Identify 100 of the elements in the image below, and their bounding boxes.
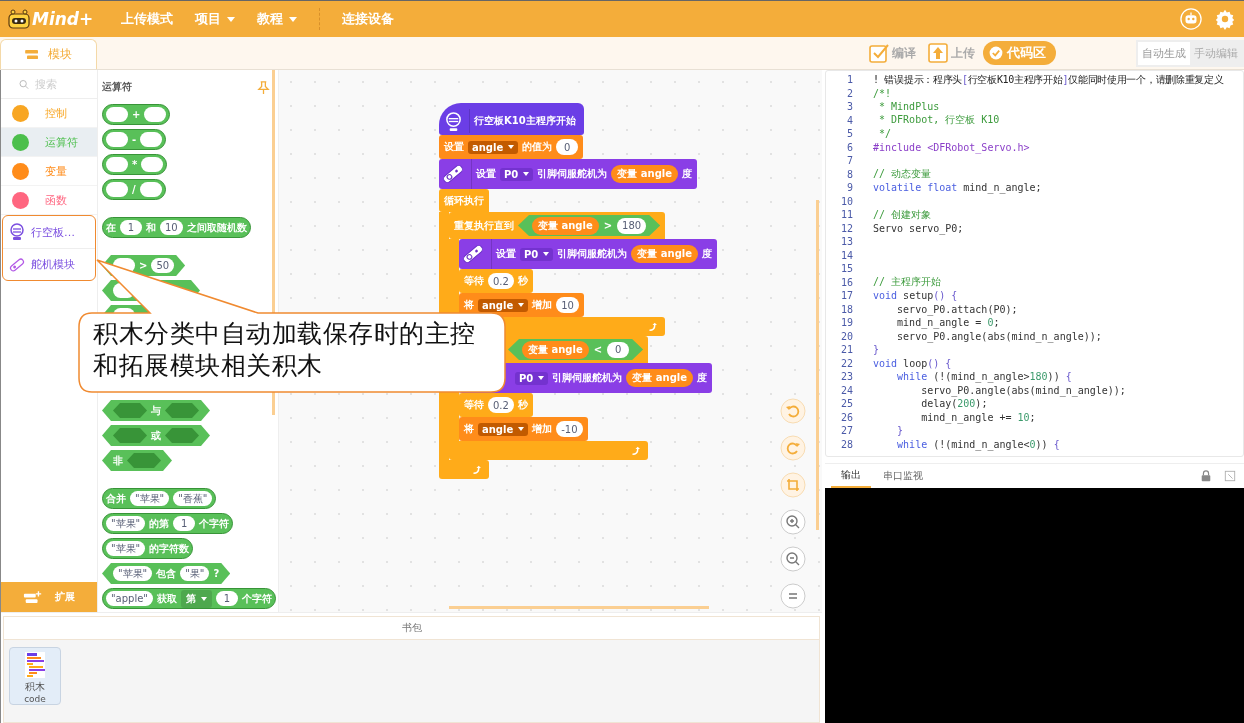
settings-icon[interactable]	[1214, 8, 1236, 30]
line-number: 3	[845, 101, 853, 113]
code-block[interactable]: 将 angle 增加 10	[459, 293, 584, 317]
input-slot[interactable]: 0	[556, 139, 579, 155]
input-slot[interactable]: "香蕉"	[173, 491, 213, 506]
input-slot[interactable]	[106, 107, 128, 122]
caret-icon	[518, 427, 525, 431]
condition-block[interactable]: 变量 angle > 180	[518, 215, 661, 236]
input-slot[interactable]: -10	[556, 421, 583, 437]
caret-icon	[538, 376, 545, 380]
palette-block[interactable]: 合并 "苹果" "香蕉"	[102, 488, 217, 509]
input-slot[interactable]: 50	[151, 258, 175, 273]
zoom-out-icon[interactable]	[780, 546, 806, 572]
boolean-slot[interactable]	[113, 403, 147, 418]
caret-icon	[289, 16, 298, 22]
category-item[interactable]: 舵机模块	[3, 248, 95, 280]
output-tab[interactable]: 串口监视	[873, 465, 933, 487]
code-block[interactable]: 设置 P0 引脚伺服舵机为 变量 angle 度	[459, 239, 717, 269]
undo-icon[interactable]	[780, 398, 806, 424]
robot-icon[interactable]	[1180, 8, 1202, 30]
block-dropdown[interactable]: P0	[500, 167, 534, 181]
code-block[interactable]: 等待 0.2 秒	[459, 393, 533, 417]
crop-icon[interactable]	[780, 472, 806, 498]
code-line: // 创建对象	[873, 207, 932, 222]
loop-block[interactable]: 重复执行直到 变量 angle > 180	[449, 212, 666, 239]
code-line: void loop() {	[873, 357, 952, 369]
code-line: Servo servo_P0;	[873, 222, 964, 234]
code-line: }	[873, 344, 880, 356]
redo-icon[interactable]	[780, 435, 806, 461]
code-block[interactable]: 设置 P0 引脚伺服舵机为 变量 angle 度	[439, 159, 697, 189]
code-line: // 动态变量	[873, 167, 932, 182]
block-label: 的第	[149, 516, 170, 531]
palette-block[interactable]: 在 1 和 10 之间取随机数	[102, 217, 251, 238]
input-slot[interactable]: "苹果"	[130, 491, 170, 506]
line-number: 16	[839, 276, 853, 288]
input-slot[interactable]: 10	[160, 220, 183, 235]
block-dropdown[interactable]: angle	[478, 298, 529, 312]
input-slot[interactable]	[139, 182, 162, 197]
backpack-item[interactable]: 积木 code	[9, 647, 61, 705]
input-slot[interactable]	[140, 132, 163, 147]
lock-icon[interactable]	[1200, 470, 1212, 482]
block-dropdown[interactable]: P0	[520, 247, 554, 261]
input-slot[interactable]: "苹果"	[106, 516, 146, 531]
input-slot[interactable]	[106, 182, 128, 197]
pin-icon[interactable]	[257, 80, 270, 94]
line-number: 20	[839, 330, 853, 342]
palette-block[interactable]: "苹果" 的第 1 个字符	[102, 513, 234, 534]
input-slot[interactable]: "果"	[180, 566, 210, 581]
reset-zoom-icon[interactable]	[780, 583, 806, 609]
line-number: 9	[845, 182, 853, 194]
input-slot[interactable]: "苹果"	[106, 541, 146, 556]
boolean-slot[interactable]	[127, 453, 161, 468]
input-slot[interactable]: "苹果"	[113, 566, 153, 581]
block-label: 个字符	[241, 591, 272, 606]
block-dropdown[interactable]: angle	[468, 140, 519, 154]
input-slot[interactable]: 0.2	[488, 273, 514, 289]
input-slot[interactable]: 0.2	[488, 397, 514, 413]
code-line: ! 错误提示：程序头[行空板K10主程序开始]仅能同时使用一个，请删除重复定义	[873, 72, 1224, 87]
category-item[interactable]: 行空板…	[3, 216, 95, 248]
block-label: 重复执行直到	[454, 218, 514, 233]
code-block[interactable]: 将 angle 增加 -10	[459, 417, 588, 441]
input-slot[interactable]: 1	[215, 591, 238, 606]
palette-block[interactable]: "苹果" 包含 "果" ?	[102, 563, 231, 584]
input-slot[interactable]	[141, 157, 164, 172]
condition-block[interactable]: 变量 angle < 0	[508, 339, 644, 360]
input-slot[interactable]: 1	[173, 516, 196, 531]
input-slot[interactable]: 0	[607, 341, 630, 358]
block-dropdown[interactable]: P0	[515, 371, 549, 385]
hat-block[interactable]: 行空板K10主程序开始	[439, 103, 584, 135]
code-line: void setup() {	[873, 290, 958, 302]
boolean-slot[interactable]	[113, 428, 147, 443]
input-slot[interactable]: 10	[556, 297, 579, 313]
boolean-slot[interactable]	[165, 428, 199, 443]
block-label: 个字符	[199, 516, 230, 531]
input-slot[interactable]: "apple"	[106, 591, 153, 606]
input-slot[interactable]: 1	[120, 220, 142, 235]
boolean-slot[interactable]	[165, 403, 199, 418]
block-label: 秒	[517, 398, 528, 412]
item-sublabel: code	[24, 694, 46, 704]
block-label: 设置	[444, 140, 464, 154]
code-block[interactable]: 设置 angle 的值为 0	[439, 135, 584, 159]
input-slot[interactable]	[144, 107, 167, 122]
block-label: 引脚伺服舵机为	[552, 371, 623, 385]
palette-block[interactable]: "苹果" 的字符数	[102, 538, 194, 559]
caret-icon	[508, 145, 515, 149]
input-slot[interactable]	[106, 132, 128, 147]
line-number: 11	[839, 209, 853, 221]
code-block[interactable]: 等待 0.2 秒	[459, 269, 533, 293]
code-editor[interactable]	[825, 70, 1244, 457]
block-dropdown[interactable]: angle	[478, 422, 529, 436]
code-line: */	[878, 128, 892, 140]
block-label: 增加	[532, 298, 553, 312]
zoom-in-icon[interactable]	[780, 509, 806, 535]
line-number: 23	[839, 371, 853, 383]
block-label: 的字符数	[149, 541, 190, 556]
palette-block[interactable]: "apple" 获取 第 1 个字符	[102, 588, 276, 609]
search-icon	[19, 78, 29, 90]
input-slot[interactable]: 180	[617, 217, 647, 234]
input-slot[interactable]	[106, 157, 128, 172]
line-number: 5	[845, 128, 853, 140]
